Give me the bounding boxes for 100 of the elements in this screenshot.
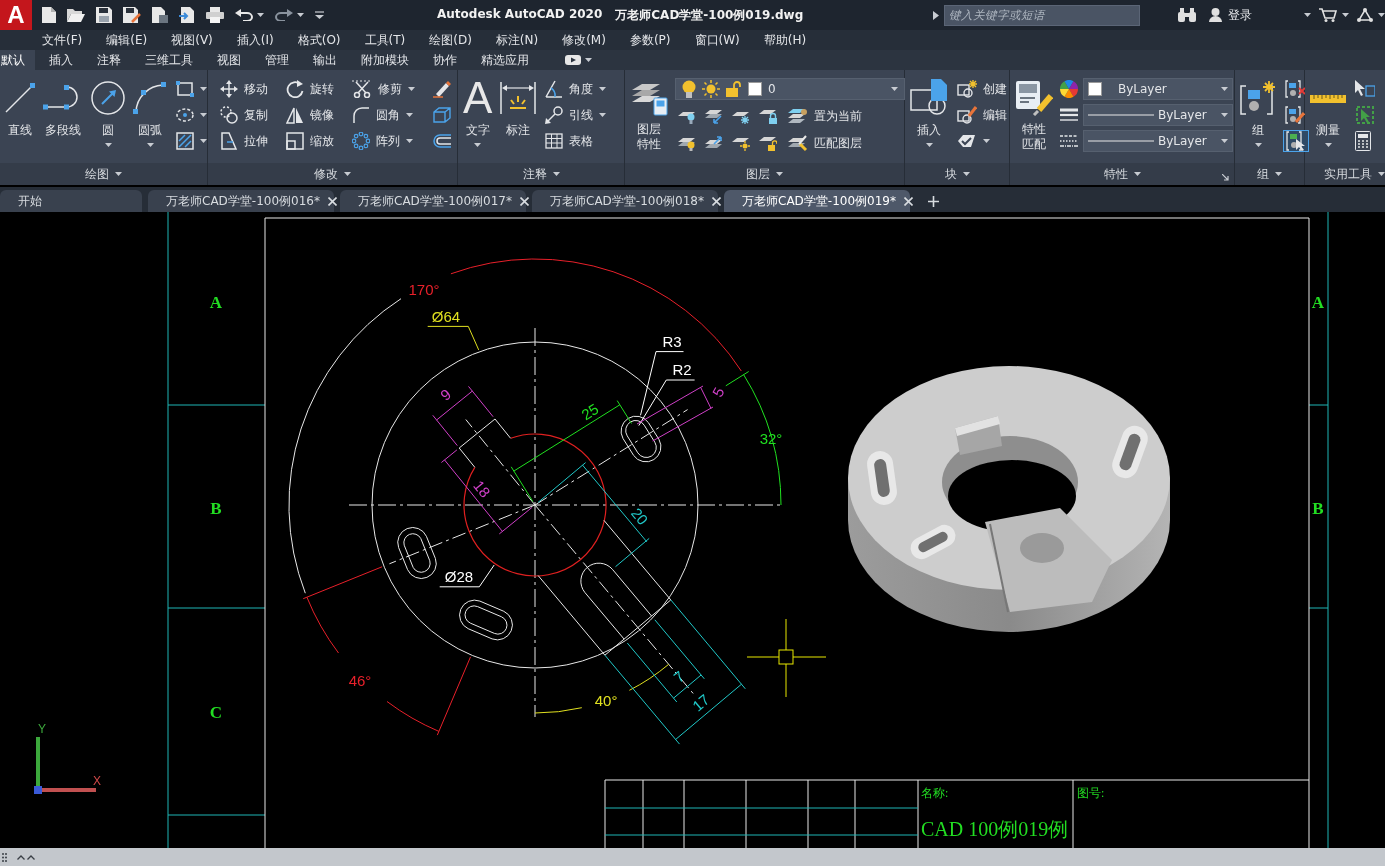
menu-item[interactable]: 编辑(E) [106, 31, 148, 49]
tool-button[interactable]: 阵列 [350, 130, 417, 152]
panel-title-button[interactable]: 图层 [625, 163, 904, 185]
document-tab[interactable]: 万老师CAD学堂-100例017* [340, 190, 526, 212]
customize-icon[interactable] [315, 11, 324, 19]
open-folder-icon[interactable] [67, 8, 85, 22]
save-icon[interactable] [96, 7, 112, 23]
close-icon[interactable] [711, 196, 721, 206]
tool-button[interactable] [174, 130, 209, 152]
document-tab[interactable]: 万老师CAD学堂-100例019* [724, 190, 910, 212]
tool-button[interactable]: 修剪 [350, 78, 417, 100]
menu-item[interactable]: 修改(M) [562, 31, 606, 49]
binoculars-icon[interactable] [1178, 8, 1196, 22]
panel-title-button[interactable]: 实用工具 [1305, 163, 1385, 185]
tool-button[interactable]: 镜像 [284, 104, 336, 126]
tool-button[interactable] [431, 78, 453, 100]
tool-button[interactable] [1353, 78, 1377, 100]
ribbon-tab[interactable]: 管理 [255, 50, 299, 70]
ribbon-tab[interactable]: 输出 [303, 50, 347, 70]
tool-button[interactable]: 测量 [1309, 75, 1347, 150]
caret-icon[interactable] [297, 13, 304, 17]
linetype-icon[interactable] [1060, 134, 1078, 148]
property-dropdown[interactable]: ByLayer [1083, 104, 1233, 126]
tool-button[interactable]: 表格 [543, 130, 609, 152]
caret-icon[interactable] [1378, 13, 1385, 17]
document-tab[interactable]: 万老师CAD学堂-100例016* [148, 190, 334, 212]
property-dropdown[interactable]: ByLayer [1083, 130, 1233, 152]
menu-item[interactable]: 格式(O) [297, 31, 341, 49]
app-menu-button[interactable]: A [0, 0, 32, 30]
play-triangle-icon[interactable] [933, 10, 939, 20]
tool-button[interactable]: A 文字 [462, 75, 494, 150]
layers-bulb-icon[interactable] [678, 135, 696, 151]
close-icon[interactable] [327, 196, 337, 206]
ribbon-tab[interactable]: 插入 [39, 50, 83, 70]
ribbon-tab[interactable]: 视图 [207, 50, 251, 70]
tool-button[interactable]: 插入 [909, 75, 949, 150]
menu-item[interactable]: 视图(V) [171, 31, 213, 49]
search-field[interactable]: 键入关键字或短语 [944, 4, 1140, 26]
redo-icon[interactable] [275, 9, 293, 21]
tool-button[interactable]: 缩放 [284, 130, 336, 152]
layer-unlock-icon[interactable] [759, 135, 777, 151]
sign-in-button[interactable]: 登录 [1228, 6, 1252, 24]
layer-sun-icon[interactable] [732, 135, 750, 151]
tool-button[interactable] [174, 78, 209, 100]
tool-button[interactable]: 特性匹配 [1014, 75, 1054, 155]
tool-button[interactable]: 旋转 [284, 78, 336, 100]
tool-button[interactable]: 匹配图层 [786, 132, 864, 154]
tool-button[interactable]: 拉伸 [218, 130, 270, 152]
caret-icon[interactable] [1342, 13, 1349, 17]
document-icon[interactable] [152, 7, 168, 23]
tool-button[interactable]: 角度 [543, 78, 609, 100]
ribbon-tab[interactable]: 三维工具 [135, 50, 203, 70]
document-arrow-icon[interactable] [179, 7, 195, 23]
layer-lock-icon[interactable] [759, 108, 777, 124]
network-triangle-icon[interactable] [1357, 8, 1373, 22]
layer-dropdown[interactable]: 0 [675, 78, 905, 100]
ribbon-tab[interactable]: 协作 [423, 50, 467, 70]
tool-button[interactable]: 创建 [955, 78, 1009, 100]
caret-icon[interactable] [257, 13, 264, 17]
layer-arrow-icon[interactable] [705, 108, 723, 124]
tool-button[interactable]: 多段线 [42, 75, 84, 142]
color-wheel-icon[interactable] [1060, 80, 1078, 98]
tool-button[interactable]: 引线 [543, 104, 609, 126]
panel-title-button[interactable]: 修改 [208, 163, 457, 185]
undo-icon[interactable] [235, 9, 253, 21]
video-icon[interactable] [565, 55, 581, 65]
tool-button[interactable]: 标注 [499, 75, 538, 142]
tool-button[interactable]: 图层特性 [629, 75, 669, 155]
close-icon[interactable] [903, 196, 913, 206]
tool-button[interactable]: 圆角 [350, 104, 417, 126]
ribbon-tab[interactable]: 默认 [0, 50, 35, 70]
grip-icon[interactable] [2, 852, 7, 862]
save-as-icon[interactable] [123, 7, 141, 23]
tool-button[interactable]: 圆 [90, 75, 126, 150]
panel-title-button[interactable]: 块 [905, 163, 1009, 185]
launcher-icon[interactable] [1222, 174, 1229, 181]
panel-title-button[interactable]: 绘图 [0, 163, 207, 185]
property-dropdown[interactable]: ByLayer [1083, 78, 1233, 100]
new-file-icon[interactable] [42, 7, 56, 23]
document-tab[interactable]: 万老师CAD学堂-100例018* [532, 190, 718, 212]
tool-button[interactable]: 复制 [218, 104, 270, 126]
caret-icon[interactable] [1304, 13, 1311, 17]
tool-button[interactable]: 圆弧 [132, 75, 168, 150]
tool-button[interactable]: 置为当前 [786, 105, 864, 127]
layers-arrow-icon[interactable] [705, 135, 723, 151]
menu-item[interactable]: 绘图(D) [429, 31, 472, 49]
ribbon-tab[interactable]: 注释 [87, 50, 131, 70]
tool-button[interactable] [1283, 130, 1309, 152]
menu-item[interactable]: 参数(P) [629, 31, 671, 49]
tool-button[interactable]: 直线 [4, 75, 36, 142]
tool-button[interactable]: 组 [1239, 75, 1277, 150]
menu-item[interactable]: 文件(F) [42, 31, 83, 49]
menu-item[interactable]: 窗口(W) [694, 31, 740, 49]
tool-button[interactable]: 编辑 [955, 104, 1009, 126]
menu-item[interactable]: 插入(I) [236, 31, 274, 49]
panel-title-button[interactable]: 组 [1235, 163, 1304, 185]
panel-title-button[interactable]: 特性 [1010, 163, 1234, 185]
cart-icon[interactable] [1319, 8, 1337, 22]
menu-item[interactable]: 标注(N) [495, 31, 539, 49]
print-icon[interactable] [206, 7, 224, 23]
